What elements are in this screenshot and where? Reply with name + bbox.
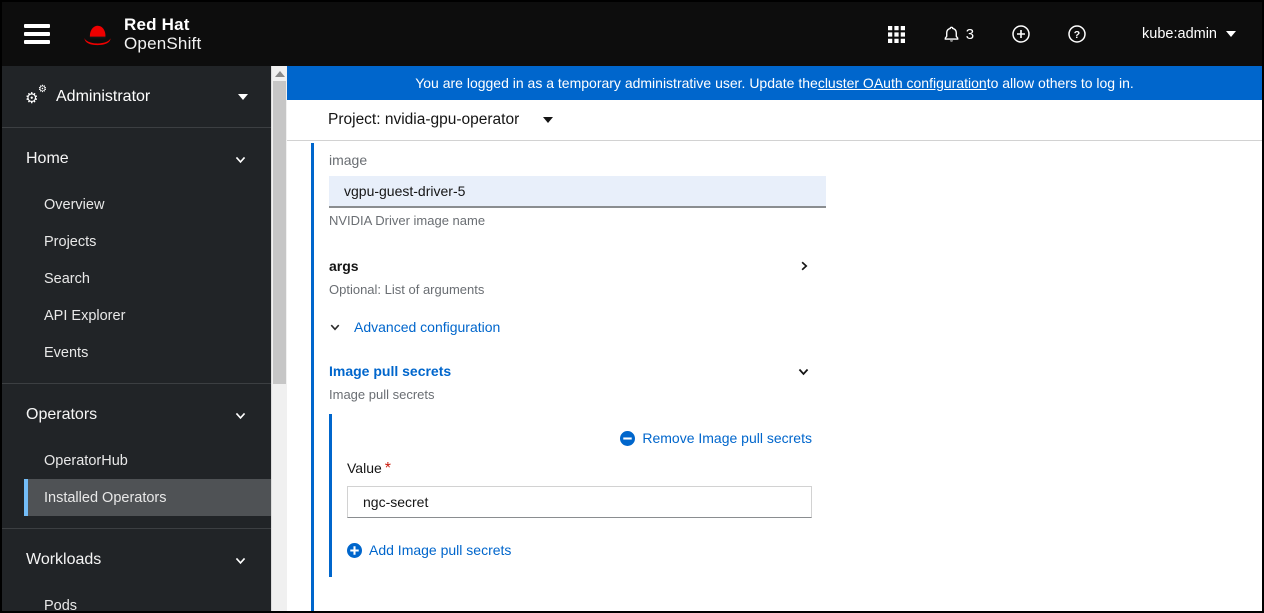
- masthead: Red Hat OpenShift 3: [2, 2, 1262, 66]
- chevron-down-icon: [543, 117, 553, 123]
- sidebar-item-operatorhub[interactable]: OperatorHub: [24, 442, 271, 479]
- plus-circle-icon: [347, 543, 362, 558]
- required-marker: *: [385, 460, 391, 477]
- section-label: Operators: [26, 406, 97, 424]
- remove-image-pull-secrets-button[interactable]: Remove Image pull secrets: [620, 430, 812, 446]
- sidebar-section-operators[interactable]: Operators: [2, 392, 271, 438]
- brand-logo: Red Hat OpenShift: [80, 15, 201, 53]
- chevron-right-icon[interactable]: [798, 260, 810, 272]
- scrollbar-thumb[interactable]: [273, 81, 286, 384]
- banner-text: You are logged in as a temporary adminis…: [415, 75, 818, 91]
- section-label: Workloads: [26, 551, 101, 569]
- help-button[interactable]: ?: [1068, 25, 1086, 43]
- sidebar-item-overview[interactable]: Overview: [24, 186, 271, 223]
- brand-line1: Red Hat: [124, 15, 201, 34]
- red-hat-fedora-icon: [80, 17, 115, 52]
- add-button[interactable]: [1012, 25, 1030, 43]
- scrollbar-up-arrow-icon[interactable]: [275, 71, 285, 77]
- plus-circle-icon: [1012, 25, 1030, 43]
- sidebar-item-api-explorer[interactable]: API Explorer: [24, 297, 271, 334]
- chevron-down-icon: [234, 153, 247, 166]
- args-field-label: args: [329, 258, 359, 274]
- menu-toggle-icon[interactable]: [24, 24, 50, 44]
- perspective-switcher[interactable]: ⚙⚙ Administrator: [2, 66, 271, 128]
- chevron-down-icon: [234, 409, 247, 422]
- args-helper-text: Optional: List of arguments: [329, 282, 1262, 297]
- image-input[interactable]: [329, 176, 826, 208]
- sidebar-item-search[interactable]: Search: [24, 260, 271, 297]
- perspective-label: Administrator: [56, 88, 150, 106]
- chevron-down-icon: [238, 94, 248, 100]
- advanced-configuration-toggle[interactable]: Advanced configuration: [329, 319, 500, 335]
- brand-line2: OpenShift: [124, 34, 201, 53]
- login-alert-banner: You are logged in as a temporary adminis…: [287, 66, 1262, 100]
- sidebar-section-home[interactable]: Home: [2, 136, 271, 182]
- sidebar-section-workloads[interactable]: Workloads: [2, 537, 271, 583]
- minus-circle-icon: [620, 431, 635, 446]
- notification-count: 3: [966, 26, 974, 43]
- user-menu[interactable]: kube:admin: [1142, 26, 1236, 42]
- question-circle-icon: ?: [1068, 25, 1086, 43]
- value-field-label: Value: [347, 460, 382, 476]
- app-launcher-icon[interactable]: [888, 26, 905, 43]
- username: kube:admin: [1142, 26, 1217, 42]
- svg-text:?: ?: [1074, 29, 1080, 41]
- bell-icon: [943, 26, 960, 43]
- notifications-button[interactable]: 3: [943, 26, 974, 43]
- sidebar-item-projects[interactable]: Projects: [24, 223, 271, 260]
- form-group: image NVIDIA Driver image name args Opti…: [311, 143, 1262, 611]
- add-image-pull-secrets-button[interactable]: Add Image pull secrets: [347, 542, 511, 558]
- advanced-configuration-label: Advanced configuration: [354, 319, 500, 335]
- banner-text: to allow others to log in.: [987, 75, 1134, 91]
- sidebar-item-events[interactable]: Events: [24, 334, 271, 371]
- chevron-down-icon: [234, 554, 247, 567]
- sidebar-scrollbar[interactable]: [271, 66, 287, 611]
- openshift-console-window: Red Hat OpenShift 3: [0, 0, 1264, 613]
- image-helper-text: NVIDIA Driver image name: [329, 213, 1262, 228]
- image-pull-secrets-title[interactable]: Image pull secrets: [329, 363, 451, 379]
- section-label: Home: [26, 150, 69, 168]
- chevron-down-icon[interactable]: [797, 365, 810, 378]
- chevron-down-icon: [1226, 31, 1236, 37]
- image-pull-secrets-helper: Image pull secrets: [329, 387, 1262, 402]
- pull-secret-value-input[interactable]: [347, 486, 812, 518]
- project-selector[interactable]: Project: nvidia-gpu-operator: [287, 100, 1262, 141]
- image-pull-secrets-fieldset: Remove Image pull secrets Value*: [329, 414, 1262, 577]
- form-content: image NVIDIA Driver image name args Opti…: [287, 141, 1262, 611]
- image-field-label: image: [329, 152, 1262, 168]
- chevron-down-icon: [329, 321, 341, 333]
- cogs-icon: ⚙⚙: [25, 88, 45, 106]
- project-label: Project: nvidia-gpu-operator: [328, 111, 519, 129]
- sidebar-item-installed-operators[interactable]: Installed Operators: [24, 479, 271, 516]
- sidebar-item-pods[interactable]: Pods: [24, 587, 271, 613]
- cluster-oauth-configuration-link[interactable]: cluster OAuth configuration: [818, 75, 987, 91]
- sidebar-nav: ⚙⚙ Administrator Home Overview Projects …: [2, 66, 271, 611]
